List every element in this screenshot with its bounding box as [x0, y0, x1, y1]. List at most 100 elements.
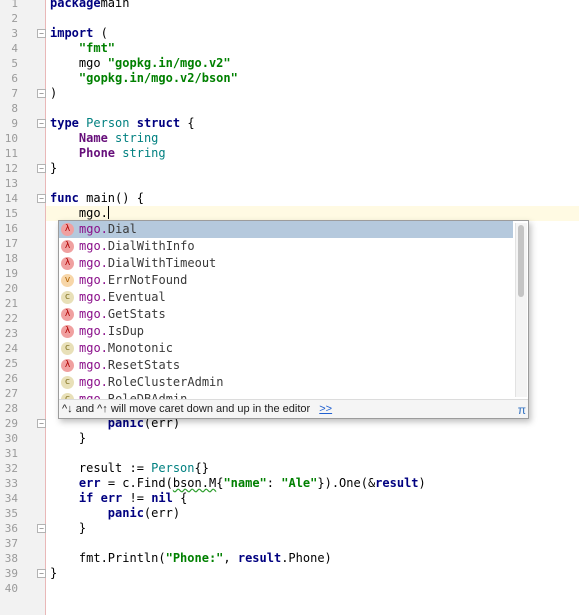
code-token: "gopkg.in/mgo.v2" — [107, 56, 231, 70]
completion-item[interactable]: λ mgo. ResetStats — [59, 357, 513, 374]
fold-marker-icon[interactable]: − — [37, 29, 46, 38]
constant-kind-icon: c — [61, 342, 74, 355]
line-number: 38 — [4, 552, 18, 565]
completion-popup[interactable]: λ mgo. Dial λ mgo. DialWithInfo λ mgo. DialWithT… — [58, 220, 529, 419]
line-number: 16 — [4, 222, 18, 235]
completion-item[interactable]: c mgo. Eventual — [59, 289, 513, 306]
fold-marker-icon[interactable]: − — [37, 524, 46, 533]
line-number: 10 — [4, 132, 18, 145]
completion-member: RoleClusterAdmin — [107, 375, 224, 389]
code-token: }).One(& — [317, 476, 376, 490]
line-number: 14 — [4, 192, 18, 205]
code-token: string — [122, 146, 166, 160]
function-kind-icon: λ — [61, 240, 74, 253]
code-line: type Person struct { — [50, 116, 579, 131]
line-number: 40 — [4, 582, 18, 595]
completion-item[interactable]: v mgo. ErrNotFound — [59, 272, 513, 289]
line-number: 34 — [4, 492, 18, 505]
code-token: mgo — [50, 56, 108, 70]
code-token: != — [122, 491, 152, 505]
code-token: string — [115, 131, 159, 145]
code-token: result := — [50, 461, 152, 475]
completion-item[interactable]: c mgo. Monotonic — [59, 340, 513, 357]
line-number: 29 — [4, 417, 18, 430]
fold-marker-icon[interactable]: − — [37, 119, 46, 128]
code-line: func main() { — [50, 191, 579, 206]
line-number: 18 — [4, 252, 18, 265]
completion-member: Dial — [107, 222, 137, 236]
code-token: ) — [50, 86, 58, 100]
line-number: 2 — [11, 12, 18, 25]
line-number: 7 — [11, 87, 18, 100]
completion-item[interactable]: c mgo. RoleDBAdmin — [59, 391, 513, 399]
line-number: 17 — [4, 237, 18, 250]
scrollbar-thumb[interactable] — [518, 225, 524, 297]
code-token: main() { — [78, 191, 144, 205]
line-number: 8 — [11, 102, 18, 115]
code-token: { — [180, 116, 195, 130]
text-caret — [107, 206, 109, 219]
fold-marker-icon[interactable]: − — [37, 569, 46, 578]
line-number: 15 — [4, 207, 18, 220]
code-token: "Ale" — [281, 476, 318, 490]
code-token: "fmt" — [78, 41, 116, 55]
completion-list[interactable]: λ mgo. Dial λ mgo. DialWithInfo λ mgo. DialWithT… — [59, 221, 513, 399]
code-token: "name" — [223, 476, 267, 490]
completion-item[interactable]: λ mgo. IsDup — [59, 323, 513, 340]
code-line: } — [50, 566, 579, 581]
code-line: "gopkg.in/mgo.v2/bson" — [50, 71, 579, 86]
function-kind-icon: λ — [61, 359, 74, 372]
line-number: 27 — [4, 387, 18, 400]
completion-package: mgo. — [79, 222, 108, 236]
completion-member: IsDup — [107, 324, 145, 338]
fold-marker-icon[interactable]: − — [37, 164, 46, 173]
code-token: import — [50, 26, 94, 40]
code-token: "gopkg.in/mgo.v2/bson" — [78, 71, 238, 85]
completion-member: ResetStats — [107, 358, 181, 372]
completion-scrollbar[interactable] — [515, 223, 527, 397]
footer-hint: ^↓ and ^↑ will move caret down and up in… — [62, 403, 311, 415]
line-number: 1 — [11, 0, 18, 10]
code-token: panic — [107, 506, 144, 520]
footer-more-link[interactable]: >> — [319, 403, 332, 415]
code-token: struct — [136, 116, 181, 130]
line-number: 32 — [4, 462, 18, 475]
variable-kind-icon: v — [61, 274, 74, 287]
completion-item[interactable]: λ mgo. DialWithInfo — [59, 238, 513, 255]
completion-item[interactable]: c mgo. RoleClusterAdmin — [59, 374, 513, 391]
code-line: packagemain — [50, 0, 579, 11]
fold-marker-icon[interactable]: − — [37, 194, 46, 203]
completion-member: ErrNotFound — [107, 273, 188, 287]
completion-item[interactable]: λ mgo. GetStats — [59, 306, 513, 323]
line-number: 25 — [4, 357, 18, 370]
function-kind-icon: λ — [61, 223, 74, 236]
pi-icon[interactable]: π — [518, 401, 526, 418]
fold-marker-icon[interactable]: − — [37, 89, 46, 98]
completion-item[interactable]: λ mgo. DialWithTimeout — [59, 255, 513, 272]
completion-item[interactable]: λ mgo. Dial — [59, 221, 513, 238]
code-token: Name — [78, 131, 108, 145]
code-line: Name string — [50, 131, 579, 146]
line-number: 4 — [11, 42, 18, 55]
code-token: (err) — [143, 506, 181, 520]
code-token: ( — [93, 26, 108, 40]
completion-package: mgo. — [79, 375, 108, 389]
code-token: err — [100, 491, 123, 505]
fold-marker-icon[interactable]: − — [37, 419, 46, 428]
line-number: 22 — [4, 312, 18, 325]
line-number: 31 — [4, 447, 18, 460]
completion-package: mgo. — [79, 307, 108, 321]
code-line: mgo. — [46, 206, 579, 221]
code-line: "fmt" — [50, 41, 579, 56]
completion-package: mgo. — [79, 239, 108, 253]
completion-member: GetStats — [107, 307, 166, 321]
line-number: 6 — [11, 72, 18, 85]
